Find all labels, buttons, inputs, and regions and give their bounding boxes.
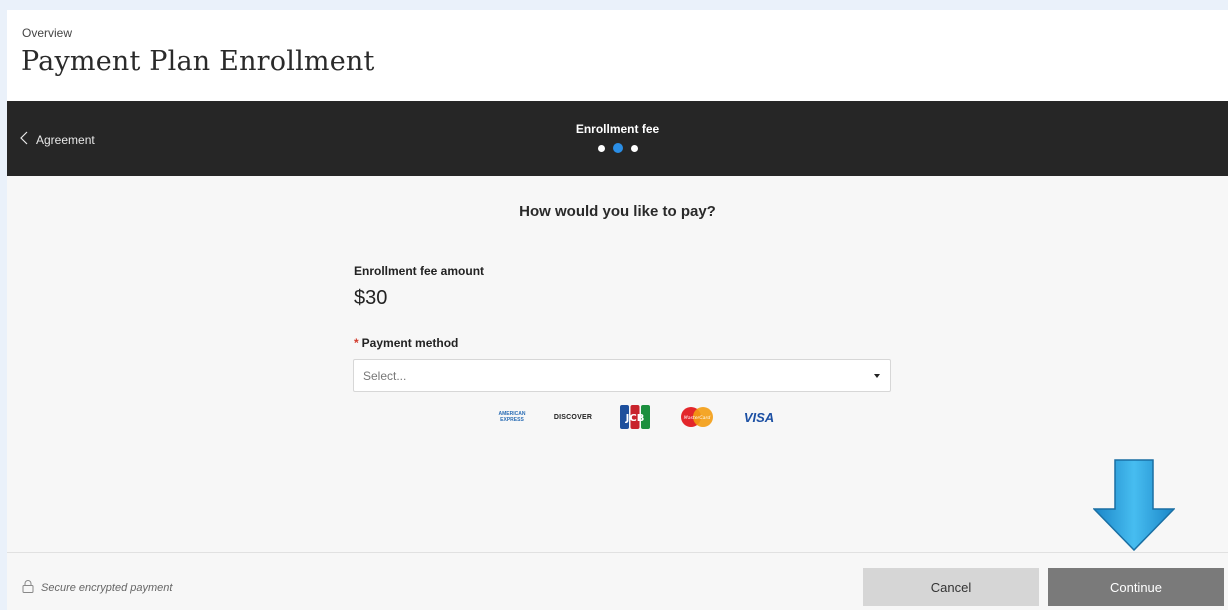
jcb-text: JCB xyxy=(625,413,645,424)
jcb-logo: JCB xyxy=(604,404,666,430)
app-frame: Overview Payment Plan Enrollment Agreeme… xyxy=(7,10,1228,610)
amex-logo: AMERICAN EXPRESS xyxy=(482,404,542,430)
footer-bar: Secure encrypted payment Cancel Continue xyxy=(7,552,1228,610)
fee-amount-label: Enrollment fee amount xyxy=(354,264,485,278)
step-indicator xyxy=(7,143,1228,153)
payment-method-select[interactable]: Select... xyxy=(353,359,891,392)
discover-text: DISCOVER xyxy=(553,413,593,421)
select-placeholder: Select... xyxy=(363,369,407,383)
mastercard-text: MasterCard xyxy=(684,415,711,421)
payment-method-label: * Payment method xyxy=(354,336,458,350)
discover-logo: DISCOVER xyxy=(542,404,604,430)
main-content: How would you like to pay? Enrollment fe… xyxy=(7,176,1228,552)
question-heading: How would you like to pay? xyxy=(519,203,716,220)
payment-method-label-text: Payment method xyxy=(361,336,459,350)
page-title: Payment Plan Enrollment xyxy=(21,46,375,77)
secure-text: Secure encrypted payment xyxy=(41,582,173,594)
lock-icon xyxy=(22,580,34,596)
step-dot-1 xyxy=(597,144,605,152)
breadcrumb[interactable]: Overview xyxy=(22,26,72,40)
fee-amount-value: $30 xyxy=(354,287,388,309)
continue-button[interactable]: Continue xyxy=(1048,568,1224,606)
amex-text-2: EXPRESS xyxy=(500,417,524,423)
step-dot-2-active xyxy=(612,143,623,153)
arrow-down-icon xyxy=(1092,459,1176,552)
card-logos: AMERICANEXPRESS DISCOVER JCB MasterCard xyxy=(482,404,790,430)
step-bar: Agreement Enrollment fee xyxy=(7,101,1228,176)
caret-down-icon xyxy=(874,374,880,378)
step-dot-3 xyxy=(630,144,638,152)
secure-payment-note: Secure encrypted payment xyxy=(22,580,172,596)
visa-logo: VISA xyxy=(728,404,790,430)
required-star: * xyxy=(354,336,359,350)
step-title: Enrollment fee xyxy=(575,122,660,136)
page-header: Overview Payment Plan Enrollment xyxy=(7,10,1228,101)
cancel-button[interactable]: Cancel xyxy=(863,568,1039,606)
mastercard-logo: MasterCard xyxy=(666,404,728,430)
visa-text: VISA xyxy=(743,409,775,425)
